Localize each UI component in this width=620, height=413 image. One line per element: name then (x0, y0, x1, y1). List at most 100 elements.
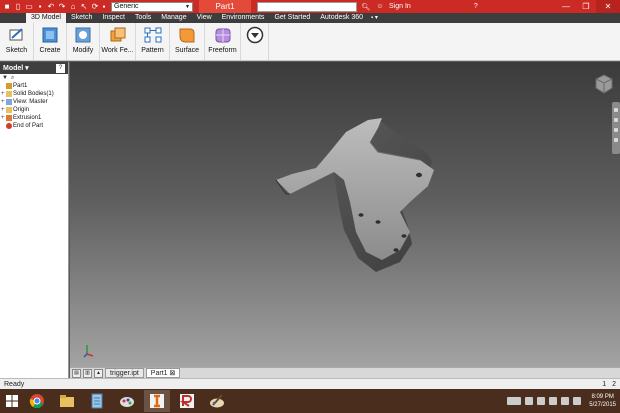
document-title: Part1 (199, 0, 251, 13)
sketch-button[interactable]: Sketch (0, 23, 34, 60)
tab-view[interactable]: View (192, 13, 217, 23)
freeform-label: Freeform (208, 47, 237, 54)
more-tools-button[interactable] (241, 23, 269, 60)
taskbar-chrome[interactable] (24, 390, 50, 412)
appearance-dropdown[interactable]: Generic ▼ (111, 1, 193, 12)
tab-autodesk-360[interactable]: Autodesk 360 (315, 13, 368, 23)
taskbar-revit[interactable] (174, 390, 200, 412)
app-menu-icon[interactable]: ■ (2, 2, 12, 12)
browser-header: Model ▾ ? (0, 62, 68, 74)
zoom-icon[interactable] (614, 128, 618, 132)
create-button[interactable]: Create (34, 23, 67, 60)
volume-icon[interactable] (561, 397, 570, 405)
tree-node-part[interactable]: Part1 (1, 82, 68, 90)
steering-wheel-icon[interactable] (614, 108, 618, 112)
filter-icon[interactable]: ▼ (2, 75, 8, 81)
chevron-down-icon: ▼ (185, 3, 190, 10)
start-button[interactable] (0, 389, 24, 413)
open-documents-icon[interactable]: ▲ (94, 368, 103, 378)
tab-tools[interactable]: Tools (130, 13, 156, 23)
home-icon[interactable]: ⌂ (68, 2, 78, 12)
tab-get-started[interactable]: Get Started (269, 13, 315, 23)
tree-node-label: View: Master (13, 99, 48, 105)
navigation-bar[interactable] (612, 102, 620, 154)
part-icon (6, 83, 12, 89)
file-explorer-icon (60, 395, 74, 407)
taskbar-paint[interactable] (114, 390, 140, 412)
document-tab-trigger[interactable]: trigger.ipt (105, 368, 144, 378)
tree-node-label: End of Part (13, 123, 44, 129)
browser-help-icon[interactable]: ? (56, 63, 65, 73)
taskbar-file-explorer[interactable] (54, 390, 80, 412)
taskbar-inventor[interactable] (144, 390, 170, 412)
minimize-icon[interactable]: — (556, 0, 576, 13)
select-icon[interactable]: ↖ (79, 2, 89, 12)
wifi-icon[interactable] (573, 397, 582, 405)
new-icon[interactable]: ▯ (13, 2, 23, 12)
open-icon[interactable]: ▭ (24, 2, 34, 12)
tree-node-solid-bodies[interactable]: + Solid Bodies(1) (1, 90, 68, 98)
tab-3d-model[interactable]: 3D Model (26, 13, 66, 23)
tree-node-view-master[interactable]: + View: Master (1, 98, 68, 106)
tree-node-end-of-part[interactable]: End of Part (1, 122, 68, 130)
pan-icon[interactable] (614, 118, 618, 122)
clock-time: 8:09 PM (591, 394, 614, 400)
browser-toolbar: ▼ ⌕ (0, 74, 68, 82)
view-icon (6, 99, 12, 105)
tree-node-extrusion[interactable]: + Extrusion1 (1, 114, 68, 122)
tree-node-label: Extrusion1 (13, 115, 42, 121)
network-icon[interactable] (537, 397, 546, 405)
tab-sketch[interactable]: Sketch (66, 13, 97, 23)
taskbar-notepad[interactable] (84, 390, 110, 412)
viewcube-icon[interactable] (594, 74, 614, 94)
close-icon[interactable]: ✕ (596, 0, 620, 13)
flag-icon[interactable] (525, 397, 534, 405)
freeform-button[interactable]: Freeform (205, 23, 241, 60)
pattern-icon (144, 27, 161, 43)
windows-logo-icon (6, 395, 18, 407)
taskbar-paint-brush[interactable] (204, 390, 230, 412)
tile-horizontal-icon[interactable]: ▤ (72, 368, 81, 378)
appearance-value: Generic (114, 3, 139, 10)
orbit-icon[interactable] (614, 138, 618, 142)
surface-button[interactable]: Surface (170, 23, 205, 60)
trigger-part-model[interactable] (70, 62, 620, 367)
save-icon[interactable]: ▪ (35, 2, 45, 12)
tab-environments[interactable]: Environments (217, 13, 270, 23)
tree-node-origin[interactable]: + Origin (1, 106, 68, 114)
modify-button[interactable]: Modify (67, 23, 100, 60)
find-icon[interactable]: ⌕ (11, 75, 14, 82)
pattern-label: Pattern (141, 47, 164, 54)
update-icon[interactable]: ⟳ (90, 2, 100, 12)
search-icon[interactable]: 🔍︎ (361, 3, 371, 11)
help-search-input[interactable] (257, 1, 357, 12)
battery-icon[interactable] (549, 397, 558, 405)
surface-icon (179, 28, 195, 43)
clock-date: 5/27/2015 (589, 402, 616, 408)
modify-icon (75, 27, 91, 43)
work-features-label: Work Fe... (101, 47, 134, 54)
help-icon[interactable]: ? (471, 3, 481, 10)
graphics-viewport[interactable] (70, 62, 620, 367)
redo-icon[interactable]: ↷ (57, 2, 67, 12)
origin-icon (6, 107, 12, 113)
tab-inspect[interactable]: Inspect (97, 13, 130, 23)
keyboard-icon[interactable] (507, 397, 522, 405)
status-counters: 1 2 (602, 381, 616, 388)
status-text: Ready (4, 380, 25, 388)
ribbon-options-icon[interactable]: ▪ ▾ (368, 13, 381, 23)
quick-access-toolbar: ■ ▯ ▭ ▪ ↶ ↷ ⌂ ↖ ⟳ ● (0, 0, 107, 13)
document-tab-part1[interactable]: Part1 ⊠ (145, 368, 181, 378)
color-icon[interactable]: ● (101, 2, 107, 12)
tab-manage[interactable]: Manage (156, 13, 191, 23)
pattern-button[interactable]: Pattern (136, 23, 170, 60)
browser-title[interactable]: Model ▾ (3, 64, 29, 72)
sign-in-link[interactable]: Sign In (389, 3, 411, 10)
clock[interactable]: 8:09 PM 5/27/2015 (589, 393, 616, 409)
work-features-button[interactable]: Work Fe... (100, 23, 136, 60)
undo-icon[interactable]: ↶ (46, 2, 56, 12)
title-bar: ■ ▯ ▭ ▪ ↶ ↷ ⌂ ↖ ⟳ ● Generic ▼ Part1 🔍︎ ☺… (0, 0, 620, 13)
close-tab-icon[interactable]: ⊠ (169, 370, 175, 377)
maximize-icon[interactable]: ❐ (576, 0, 596, 13)
tile-vertical-icon[interactable]: ▥ (83, 368, 92, 378)
